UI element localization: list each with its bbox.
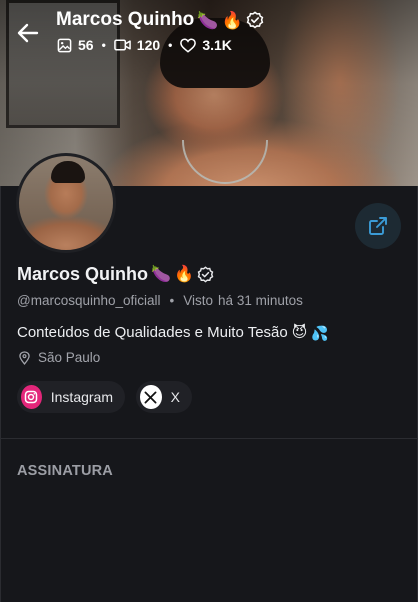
instagram-label: Instagram <box>50 389 113 405</box>
devil-emoji: 😈 <box>291 324 308 341</box>
header-name-text: Marcos Quinho <box>56 9 195 30</box>
droplets-emoji: 💦 <box>311 324 329 341</box>
header-name: Marcos Quinho 🍆 🔥 <box>56 9 264 31</box>
fire-emoji: 🔥 <box>221 10 243 30</box>
profile-name: Marcos Quinho 🍆 🔥 <box>17 264 214 285</box>
last-seen-label: Visto <box>183 293 214 308</box>
username-handle: @marcosquinho_oficiall <box>17 293 161 308</box>
fire-emoji: 🔥 <box>173 265 194 283</box>
likes-stat: 3.1K <box>180 37 232 53</box>
location-text: São Paulo <box>38 350 101 365</box>
top-bar: Marcos Quinho 🍆 🔥 56 • 120 • 3.1K <box>0 0 418 62</box>
back-button[interactable] <box>14 20 42 46</box>
photos-count: 56 <box>78 37 94 53</box>
handle-row: @marcosquinho_oficiall • Visto há 31 min… <box>17 293 303 308</box>
share-button[interactable] <box>355 203 401 249</box>
profile-stats: 56 • 120 • 3.1K <box>57 37 232 53</box>
map-pin-icon <box>19 350 30 365</box>
profile-name-text: Marcos Quinho <box>17 264 149 284</box>
photos-stat: 56 <box>57 37 94 53</box>
videos-count: 120 <box>136 37 161 53</box>
avatar[interactable] <box>16 153 116 253</box>
stats-separator: • <box>168 38 173 52</box>
last-seen-time: há 31 minutos <box>218 293 303 308</box>
eggplant-emoji: 🍆 <box>197 10 219 30</box>
likes-count: 3.1K <box>202 37 232 53</box>
x-logo-icon <box>140 385 162 409</box>
instagram-icon <box>21 385 42 409</box>
verified-badge-icon <box>246 11 263 29</box>
subscription-section-title: ASSINATURA <box>17 463 113 479</box>
profile-bio: Conteúdos de Qualidades e Muito Tesão 😈 … <box>17 324 329 341</box>
eggplant-emoji: 🍆 <box>151 265 171 283</box>
arrow-left-icon <box>17 23 39 43</box>
bio-text: Conteúdos de Qualidades e Muito Tesão <box>17 324 288 341</box>
x-link[interactable]: X <box>136 381 192 413</box>
videos-stat: 120 <box>113 37 161 53</box>
profile-location: São Paulo <box>19 350 100 365</box>
stats-separator: • <box>101 38 106 52</box>
image-icon <box>57 38 72 52</box>
x-label: X <box>170 389 180 405</box>
heart-icon <box>180 38 197 53</box>
video-icon <box>113 39 131 51</box>
instagram-link[interactable]: Instagram <box>17 381 125 413</box>
share-icon <box>369 217 387 235</box>
handle-separator: • <box>169 293 175 308</box>
verified-badge-icon <box>197 266 214 283</box>
avatar-hair <box>51 161 85 183</box>
section-divider <box>0 438 418 439</box>
